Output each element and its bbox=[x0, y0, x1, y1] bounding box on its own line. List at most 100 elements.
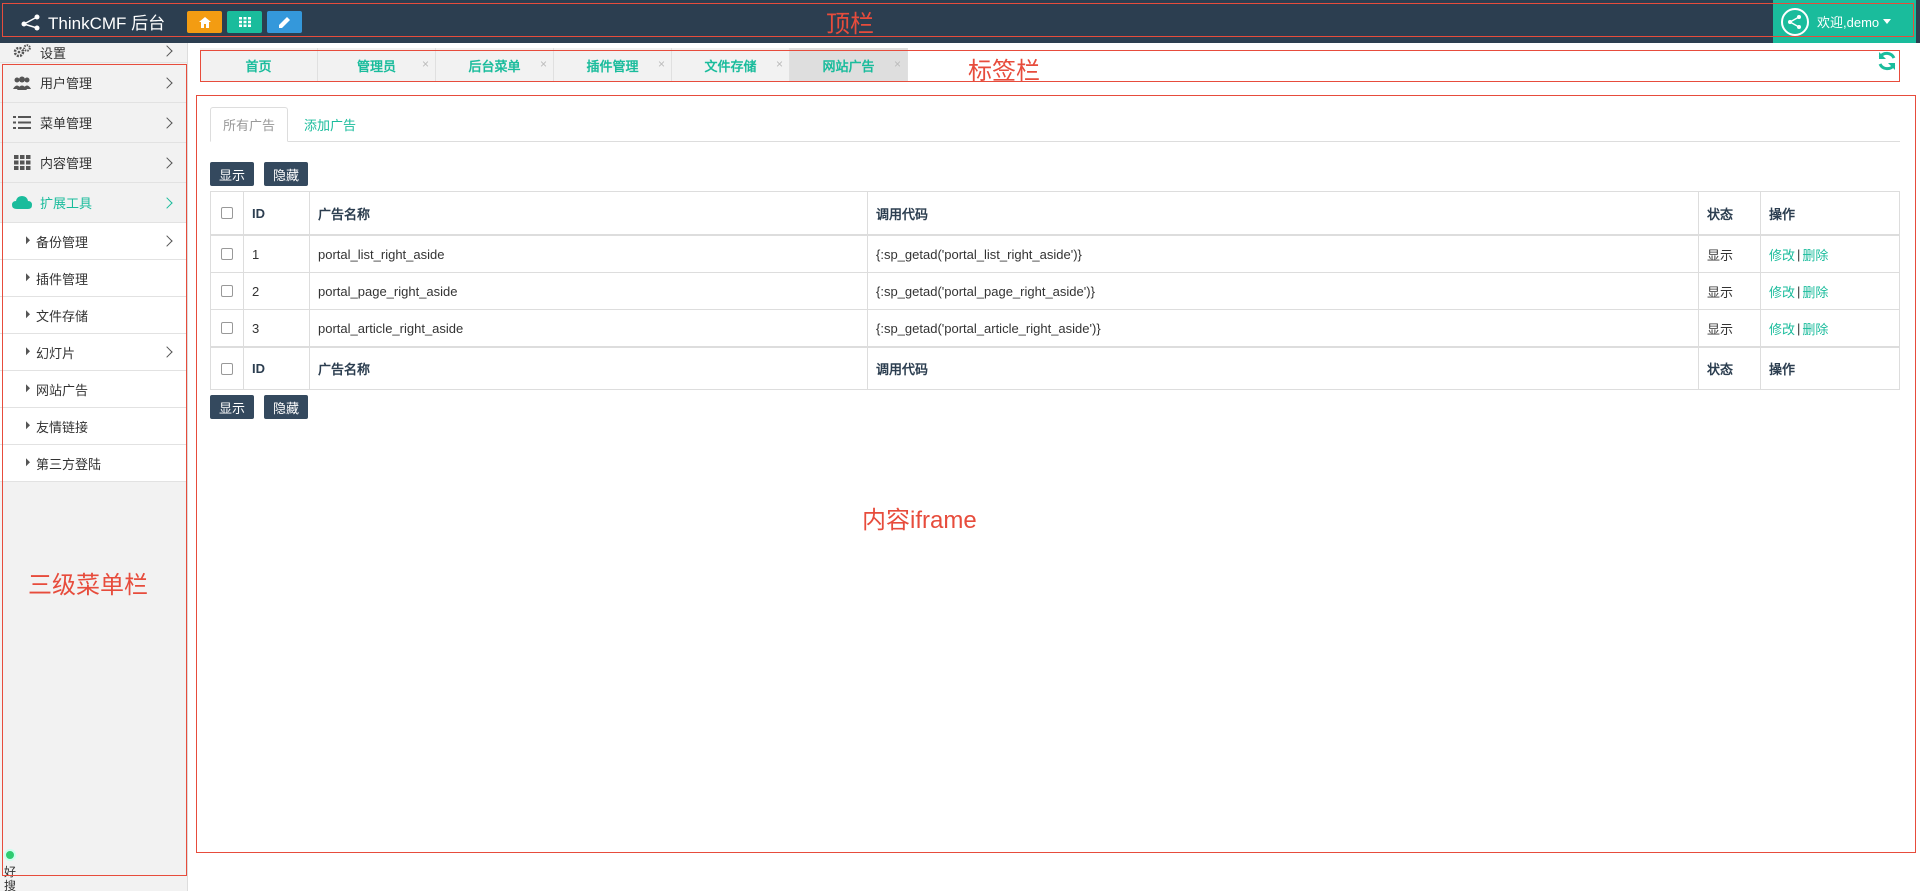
apps-button[interactable] bbox=[227, 11, 262, 33]
row-check-cell bbox=[211, 310, 244, 346]
table-footer: ID 广告名称 调用代码 状态 操作 bbox=[211, 347, 1899, 389]
sub-label: 幻灯片 bbox=[36, 345, 76, 361]
sub-label: 友情链接 bbox=[36, 419, 89, 435]
delete-link[interactable]: 删除 bbox=[1802, 245, 1828, 264]
tab-add-ad[interactable]: 添加广告 bbox=[292, 107, 368, 142]
chevron-right-icon bbox=[161, 76, 173, 89]
sub-label: 插件管理 bbox=[36, 271, 89, 287]
row-checkbox[interactable] bbox=[221, 248, 233, 260]
user-menu[interactable]: 欢迎,demo bbox=[1773, 0, 1916, 43]
select-all-cell bbox=[211, 192, 244, 234]
tab-plugins[interactable]: 插件管理 × bbox=[554, 48, 672, 82]
menu-label: 扩展工具 bbox=[40, 196, 93, 211]
brand[interactable]: ThinkCMF 后台 bbox=[20, 0, 165, 43]
tab-storage[interactable]: 文件存储 × bbox=[672, 48, 790, 82]
menu-item-extensions[interactable]: 扩展工具 bbox=[0, 183, 187, 223]
cell-code: {:sp_getad('portal_list_right_aside')} bbox=[868, 236, 1699, 272]
sub-label: 备份管理 bbox=[36, 234, 89, 250]
home-button[interactable] bbox=[187, 11, 222, 33]
top-bar: ThinkCMF 后台 欢迎,demo bbox=[0, 0, 1920, 43]
select-all-checkbox[interactable] bbox=[221, 207, 233, 219]
caret-right-icon bbox=[26, 236, 30, 245]
annotation-label-tabbar: 标签栏 bbox=[968, 58, 1040, 85]
op-separator: | bbox=[1797, 246, 1801, 262]
welcome-text: 欢迎,demo bbox=[1817, 15, 1880, 30]
caret-right-icon bbox=[26, 421, 30, 430]
refresh-icon[interactable] bbox=[1876, 50, 1898, 72]
op-separator: | bbox=[1797, 320, 1801, 336]
show-button[interactable]: 显示 bbox=[210, 162, 255, 186]
table-row: 3 portal_article_right_aside {:sp_getad(… bbox=[211, 310, 1899, 347]
close-icon[interactable]: × bbox=[894, 57, 901, 71]
edit-button[interactable] bbox=[267, 11, 302, 33]
cell-status: 显示 bbox=[1699, 310, 1761, 346]
sidebar-item-links[interactable]: 友情链接 bbox=[0, 408, 187, 445]
menu-item-users[interactable]: 用户管理 bbox=[0, 63, 187, 103]
menu-label: 设置 bbox=[40, 46, 67, 61]
tab-ads[interactable]: 网站广告 × bbox=[790, 48, 908, 82]
show-button-bottom[interactable]: 显示 bbox=[210, 395, 255, 419]
sidebar-item-ads[interactable]: 网站广告 bbox=[0, 371, 187, 408]
tab-backend-menus[interactable]: 后台菜单 × bbox=[436, 48, 554, 82]
cell-id: 3 bbox=[244, 310, 310, 346]
col-ops: 操作 bbox=[1769, 206, 1796, 222]
hide-button-bottom[interactable]: 隐藏 bbox=[264, 395, 309, 419]
menu-item-menus[interactable]: 菜单管理 bbox=[0, 103, 187, 143]
edit-link[interactable]: 修改 bbox=[1769, 319, 1795, 338]
table-row: 1 portal_list_right_aside {:sp_getad('po… bbox=[211, 236, 1899, 273]
cell-ops: 修改 | 删除 bbox=[1761, 310, 1899, 346]
cell-id: 1 bbox=[244, 236, 310, 272]
tab-bar: 首页 管理员 × 后台菜单 × 插件管理 × 文件存储 × 网站广告 × bbox=[200, 48, 1920, 82]
col-name: 广告名称 bbox=[310, 348, 868, 389]
sidebar: 设置 用户管理 菜单管理 内容管理 扩展工具 备份管理 插件管理 文件存储 幻灯… bbox=[0, 43, 188, 891]
sidebar-item-plugins[interactable]: 插件管理 bbox=[0, 260, 187, 297]
col-code: 调用代码 bbox=[868, 192, 1699, 234]
tab-label: 插件管理 bbox=[586, 58, 639, 74]
sidebar-item-oauth[interactable]: 第三方登陆 bbox=[0, 445, 187, 482]
tab-label: 网站广告 bbox=[822, 58, 875, 74]
sidebar-item-storage[interactable]: 文件存储 bbox=[0, 297, 187, 334]
close-icon[interactable]: × bbox=[422, 57, 429, 71]
op-separator: | bbox=[1797, 283, 1801, 299]
sub-label: 网站广告 bbox=[36, 382, 89, 398]
ads-table: ID 广告名称 调用代码 状态 操作 1 portal_list_right_a… bbox=[210, 191, 1900, 390]
col-status: 状态 bbox=[1699, 348, 1761, 389]
cell-status: 显示 bbox=[1699, 236, 1761, 272]
caret-down-icon bbox=[1883, 19, 1892, 24]
grid-icon bbox=[238, 17, 251, 27]
delete-link[interactable]: 删除 bbox=[1802, 282, 1828, 301]
tab-home[interactable]: 首页 bbox=[200, 48, 318, 82]
close-icon[interactable]: × bbox=[776, 57, 783, 71]
col-id: ID bbox=[244, 192, 310, 234]
edit-link[interactable]: 修改 bbox=[1769, 245, 1795, 264]
close-icon[interactable]: × bbox=[658, 57, 665, 71]
menu-item-settings[interactable]: 设置 bbox=[0, 43, 187, 63]
pencil-icon bbox=[279, 16, 290, 28]
menu-item-content[interactable]: 内容管理 bbox=[0, 143, 187, 183]
select-all-cell bbox=[211, 348, 244, 389]
row-checkbox[interactable] bbox=[221, 322, 233, 334]
cell-name: portal_page_right_aside bbox=[310, 273, 868, 309]
select-all-checkbox[interactable] bbox=[221, 362, 233, 375]
tab-all-ads[interactable]: 所有广告 bbox=[210, 107, 289, 142]
haosou-widget[interactable]: 好搜推荐 bbox=[4, 849, 22, 891]
col-id: ID bbox=[244, 348, 310, 389]
edit-link[interactable]: 修改 bbox=[1769, 282, 1795, 301]
tab-admins[interactable]: 管理员 × bbox=[318, 48, 436, 82]
sidebar-item-backup[interactable]: 备份管理 bbox=[0, 223, 187, 260]
delete-link[interactable]: 删除 bbox=[1802, 319, 1828, 338]
cell-id: 2 bbox=[244, 273, 310, 309]
col-status: 状态 bbox=[1699, 192, 1761, 234]
users-icon bbox=[12, 75, 32, 91]
hide-button[interactable]: 隐藏 bbox=[264, 162, 309, 186]
close-icon[interactable]: × bbox=[540, 57, 547, 71]
row-checkbox[interactable] bbox=[221, 285, 233, 297]
cell-name: portal_article_right_aside bbox=[310, 310, 868, 346]
caret-right-icon bbox=[26, 458, 30, 467]
chevron-right-icon bbox=[161, 346, 173, 358]
chevron-right-icon bbox=[161, 235, 173, 247]
tab-label: 管理员 bbox=[356, 58, 396, 74]
sidebar-item-slides[interactable]: 幻灯片 bbox=[0, 334, 187, 371]
tab-label: 首页 bbox=[245, 58, 272, 74]
caret-right-icon bbox=[26, 347, 30, 356]
